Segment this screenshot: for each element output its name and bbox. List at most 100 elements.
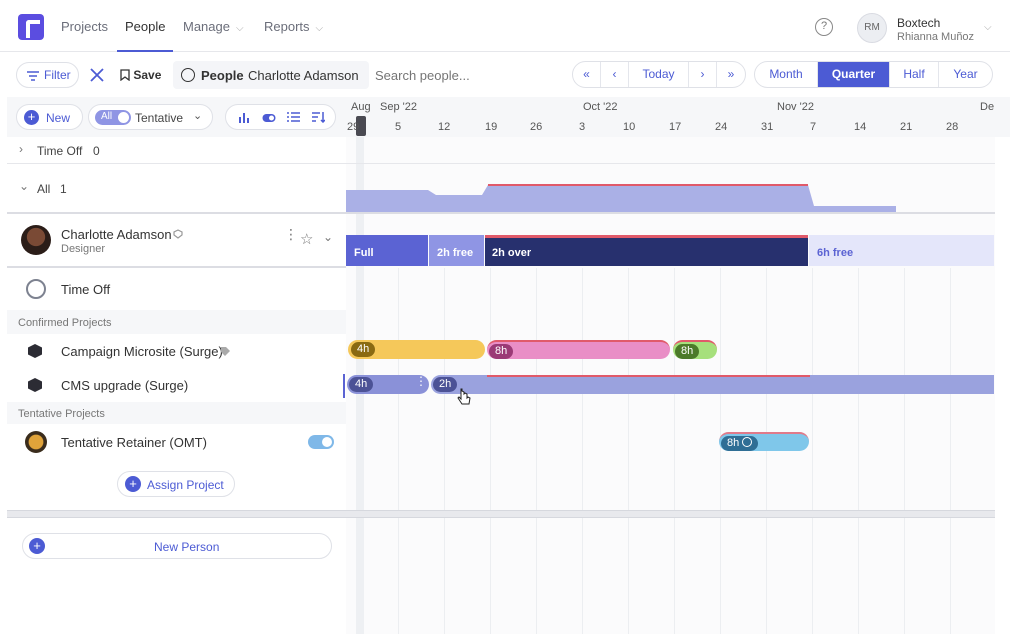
filter-button[interactable]: Filter — [16, 62, 79, 88]
chevron-down-icon[interactable]: ⌄ — [19, 179, 29, 193]
capacity-over[interactable]: 2h over — [485, 235, 808, 266]
bar-chart-icon[interactable] — [238, 111, 250, 123]
allocation-bar[interactable]: 4h ⋮ — [347, 375, 429, 394]
filter-icon — [27, 71, 39, 81]
project-row-retainer[interactable]: Tentative Retainer (OMT) — [7, 424, 346, 460]
week-label: 3 — [579, 121, 586, 133]
smile-icon — [181, 68, 195, 82]
account-org[interactable]: Boxtech — [897, 16, 940, 30]
group-count: 1 — [60, 182, 67, 196]
top-navigation: Projects People Manage ⌵ Reports ⌵ ? RM Bo… — [0, 0, 1010, 52]
range-year[interactable]: Year — [939, 62, 992, 87]
allocation-bar[interactable]: 4h — [348, 340, 485, 359]
week-label: 5 — [395, 121, 402, 133]
month-label: Nov '22 — [777, 101, 814, 113]
week-label: 12 — [438, 121, 451, 133]
range-quarter[interactable]: Quarter — [818, 62, 890, 87]
range-half[interactable]: Half — [890, 62, 939, 87]
week-label: 29 — [347, 121, 360, 133]
more-vertical-icon[interactable]: ⋮ — [415, 375, 427, 387]
week-gridline — [398, 268, 399, 634]
bookmark-icon — [120, 69, 130, 82]
help-icon[interactable]: ? — [815, 18, 833, 36]
hours-badge: 8h — [675, 344, 700, 359]
project-hex-icon — [28, 378, 42, 392]
save-label: Save — [133, 68, 162, 82]
new-button[interactable]: + New — [16, 104, 83, 130]
more-vertical-icon[interactable]: ⋮ — [284, 227, 298, 241]
section-tentative: Tentative Projects — [7, 402, 346, 424]
nav-reports[interactable]: Reports ⌵ — [264, 0, 323, 52]
tentative-toggle[interactable] — [308, 435, 334, 449]
account-user[interactable]: Rhianna Muñoz — [897, 31, 974, 43]
save-button[interactable]: Save — [120, 68, 161, 82]
section-label: Confirmed Projects — [18, 317, 112, 329]
search-input[interactable] — [375, 62, 555, 88]
week-label: 14 — [854, 121, 867, 133]
range-selector: Month Quarter Half Year — [754, 61, 993, 88]
nav-projects-label: Projects — [61, 19, 108, 34]
nav-projects[interactable]: Projects — [61, 0, 108, 52]
nav-people[interactable]: People — [117, 0, 174, 52]
timeline-header: Aug Sep '22 Oct '22 Nov '22 De 29 5 12 1… — [346, 97, 1010, 137]
project-name[interactable]: Campaign Microsite (Surge) — [61, 344, 223, 359]
next-button[interactable]: › — [689, 62, 717, 87]
jump-back-button[interactable]: « — [573, 62, 601, 87]
week-gridline — [812, 268, 813, 634]
chevron-down-icon[interactable]: ⌄ — [323, 230, 333, 244]
time-off-row[interactable]: Time Off — [7, 268, 346, 310]
chevron-down-icon[interactable]: ⌄ — [193, 109, 202, 122]
person-row[interactable]: Charlotte Adamson Designer ⋮ ☆ ⌄ — [7, 214, 346, 268]
person-name[interactable]: Charlotte Adamson — [61, 227, 172, 242]
list-icon[interactable] — [287, 112, 300, 123]
toggle-icon[interactable] — [262, 113, 276, 123]
capacity-free[interactable]: 2h free — [429, 235, 484, 266]
chevron-down-icon[interactable]: ⌵ — [984, 22, 992, 33]
app-logo[interactable] — [18, 14, 44, 40]
month-label: De — [980, 101, 995, 113]
hours-badge: 8h — [721, 436, 759, 451]
tentative-filter[interactable]: All Tentative ⌄ — [88, 104, 213, 130]
new-label: New — [46, 111, 71, 125]
view-selector[interactable]: People Charlotte Adamson — [173, 61, 369, 89]
person-avatar[interactable] — [21, 225, 51, 255]
new-person-label: New Person — [154, 540, 220, 554]
account-avatar[interactable]: RM — [857, 13, 887, 43]
week-label: 10 — [623, 121, 636, 133]
aggregate-capacity-chart — [346, 184, 896, 212]
toggle-label: All — [101, 111, 113, 122]
plus-circle-icon: + — [24, 110, 39, 125]
allocation-bar[interactable]: 2h — [431, 375, 994, 394]
prev-button[interactable]: ‹ — [601, 62, 629, 87]
nav-manage[interactable]: Manage ⌵ — [183, 0, 244, 52]
close-icon[interactable] — [90, 68, 104, 82]
chevron-right-icon[interactable]: › — [19, 142, 23, 156]
capacity-full[interactable]: Full — [346, 235, 428, 266]
sort-icon[interactable] — [312, 111, 325, 123]
today-button[interactable]: Today — [629, 62, 689, 87]
week-gridline — [536, 268, 537, 634]
capacity-free[interactable]: 6h free — [809, 235, 994, 266]
capacity-label: 6h free — [817, 247, 854, 259]
week-gridline — [490, 268, 491, 634]
week-label: 28 — [946, 121, 959, 133]
nav-people-label: People — [125, 19, 166, 34]
project-name[interactable]: CMS upgrade (Surge) — [61, 378, 188, 393]
allocation-bar[interactable]: 8h — [673, 340, 717, 359]
assign-project-button[interactable]: + Assign Project — [117, 471, 235, 497]
jump-forward-button[interactable]: » — [717, 62, 745, 87]
new-person-button[interactable]: + New Person — [22, 533, 332, 559]
view-value-label: Charlotte Adamson — [248, 68, 359, 83]
range-month[interactable]: Month — [755, 62, 818, 87]
capacity-label: 2h over — [492, 247, 532, 259]
week-gridline — [858, 268, 859, 634]
project-row-campaign[interactable]: Campaign Microsite (Surge) — [7, 334, 346, 368]
allocation-bar[interactable]: 8h — [719, 432, 809, 451]
star-icon[interactable]: ☆ — [300, 230, 313, 248]
group-time-off[interactable]: › Time Off 0 — [7, 137, 995, 164]
project-row-cms[interactable]: CMS upgrade (Surge) — [7, 368, 346, 402]
allocation-bar[interactable]: 8h — [487, 340, 670, 359]
aggregate-area — [346, 185, 896, 212]
all-toggle[interactable]: All — [95, 110, 131, 125]
project-name[interactable]: Tentative Retainer (OMT) — [61, 435, 207, 450]
